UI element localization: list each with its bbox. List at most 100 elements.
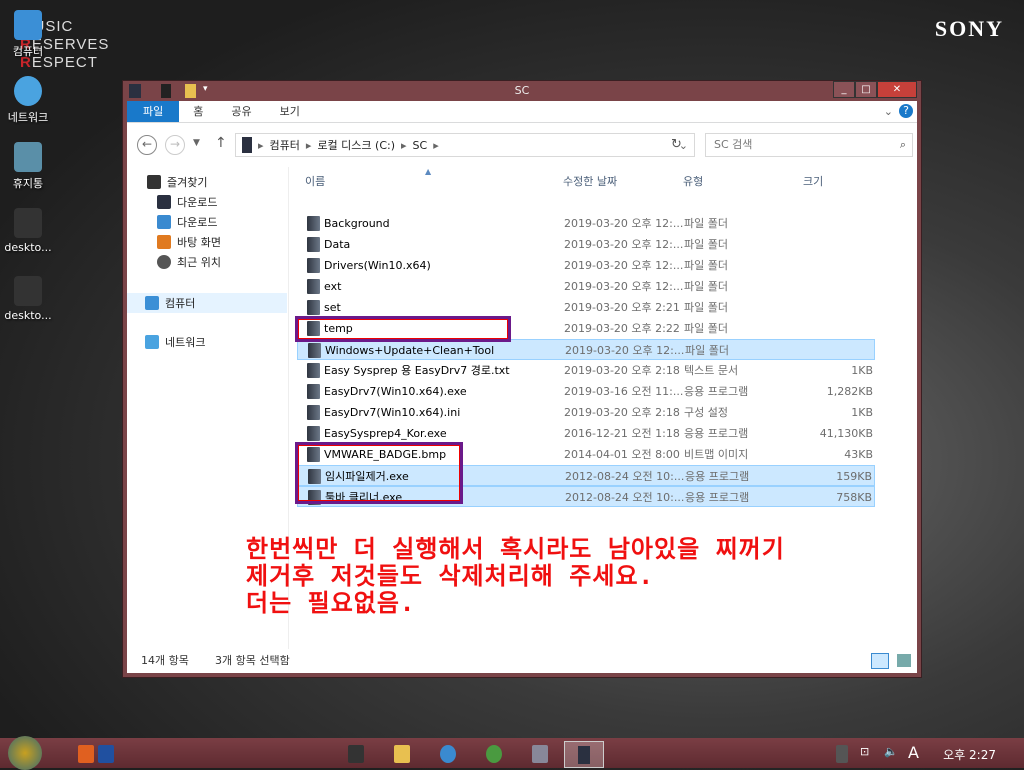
close-button[interactable]: ✕	[877, 81, 917, 98]
taskbar-explorer-active[interactable]	[564, 741, 604, 768]
nav-item[interactable]: 최근 위치	[157, 253, 221, 271]
file-row[interactable]: Windows+Update+Clean+Tool 2019-03-20 오후 1…	[297, 339, 875, 360]
file-date: 2019-03-20 오후 2:18	[564, 364, 680, 377]
file-icon	[308, 343, 321, 358]
file-date: 2019-03-20 오후 2:22	[564, 322, 680, 335]
file-row[interactable]: Easy Sysprep 용 EasyDrv7 경로.txt 2019-03-20…	[297, 360, 875, 381]
desktop-icon-file[interactable]: deskto...	[4, 276, 52, 322]
file-explorer-icon[interactable]	[394, 745, 410, 763]
network-status-icon[interactable]: ⊡	[860, 745, 876, 763]
maximize-button[interactable]: □	[855, 81, 877, 98]
address-bar[interactable]: ▸ 컴퓨터 ▸ 로컬 디스크 (C:) ▸ SC ▸ ⌄	[235, 133, 695, 157]
desktop-icon-network[interactable]: 네트워크	[4, 76, 52, 125]
chevron-down-icon[interactable]: ⌄	[884, 105, 893, 118]
up-arrow-icon[interactable]: ↑	[215, 135, 227, 151]
column-size[interactable]: 크기	[803, 173, 823, 189]
desktop-icon-computer[interactable]: 컴퓨터	[4, 10, 52, 59]
refresh-icon[interactable]: ↻	[671, 137, 682, 152]
file-name: set	[324, 301, 341, 314]
breadcrumb-item[interactable]: SC	[413, 139, 428, 152]
clock[interactable]: 오후 2:27	[943, 746, 996, 763]
file-size: 41,130KB	[819, 427, 873, 440]
recent-places-icon	[157, 255, 171, 269]
star-icon	[147, 175, 161, 189]
ribbon-tabs: 파일 홈 공유 보기 ⌄ ?	[127, 101, 917, 123]
file-name: EasyDrv7(Win10.x64).exe	[324, 385, 467, 398]
app-icon[interactable]	[486, 745, 502, 763]
file-date: 2016-12-21 오전 1:18	[564, 427, 680, 440]
file-type: 파일 폴더	[684, 322, 728, 335]
search-input[interactable]: SC 검색 ⌕	[705, 133, 913, 157]
tab-share[interactable]: 공유	[217, 101, 265, 122]
file-icon	[307, 279, 320, 294]
file-name: ext	[324, 280, 342, 293]
file-row[interactable]: EasySysprep4_Kor.exe 2016-12-21 오전 1:18 응용…	[297, 423, 875, 444]
nav-item[interactable]: 다운로드	[157, 193, 217, 211]
column-type[interactable]: 유형	[683, 173, 703, 189]
ime-indicator[interactable]: A	[908, 743, 924, 762]
file-type: 텍스트 문서	[684, 364, 739, 377]
volume-icon[interactable]: 🔈	[884, 745, 900, 763]
help-icon[interactable]: ?	[899, 104, 913, 118]
column-date[interactable]: 수정한 날짜	[563, 173, 617, 189]
sort-ascending-icon: ▲	[425, 167, 432, 176]
highlight-box	[295, 316, 511, 342]
nav-item[interactable]: 다운로드	[157, 213, 217, 231]
breadcrumb-item[interactable]: 로컬 디스크 (C:)	[317, 137, 395, 153]
file-icon	[307, 426, 320, 441]
app-icon[interactable]	[532, 745, 548, 763]
label: deskto...	[4, 241, 52, 254]
breadcrumb-item[interactable]: 컴퓨터	[270, 137, 300, 153]
file-row[interactable]: EasyDrv7(Win10.x64).ini 2019-03-20 오후 2:1…	[297, 402, 875, 423]
desktop-icon-recycle-bin[interactable]: 휴지통	[4, 142, 52, 191]
label: 휴지통	[12, 177, 44, 190]
file-icon	[307, 300, 320, 315]
desktop-icon	[157, 235, 171, 249]
file-name: Background	[324, 217, 390, 230]
file-date: 2019-03-20 오후 12:...	[564, 280, 684, 293]
tab-home[interactable]: 홈	[179, 101, 217, 122]
safely-remove-icon[interactable]	[836, 745, 848, 763]
start-button[interactable]	[8, 736, 42, 770]
file-row[interactable]: ext 2019-03-20 오후 12:... 파일 폴더	[297, 276, 875, 297]
file-name: Easy Sysprep 용 EasyDrv7 경로.txt	[324, 364, 510, 377]
file-row[interactable]: Drivers(Win10.x64) 2019-03-20 오후 12:... 파일…	[297, 255, 875, 276]
highlight-box	[295, 442, 463, 504]
recent-dropdown-icon[interactable]: ▼	[193, 138, 200, 148]
title-bar[interactable]: ▾ SC _ □ ✕	[123, 81, 921, 101]
downloads-icon	[157, 195, 171, 209]
file-row[interactable]: set 2019-03-20 오후 2:21 파일 폴더	[297, 297, 875, 318]
desktop-icon-file[interactable]: deskto...	[4, 208, 52, 254]
file-row[interactable]: Data 2019-03-20 오후 12:... 파일 폴더	[297, 234, 875, 255]
file-type: 응용 프로그램	[684, 385, 749, 398]
file-row[interactable]: EasyDrv7(Win10.x64).exe 2019-03-16 오전 11:…	[297, 381, 875, 402]
back-button[interactable]: ←	[137, 135, 157, 155]
file-row[interactable]: Background 2019-03-20 오후 12:... 파일 폴더	[297, 213, 875, 234]
app-icon[interactable]	[78, 745, 94, 763]
tab-view[interactable]: 보기	[266, 101, 314, 122]
nav-computer[interactable]: 컴퓨터	[127, 293, 287, 313]
nav-item[interactable]: 바탕 화면	[157, 233, 221, 251]
file-type: 파일 폴더	[684, 238, 728, 251]
file-size: 758KB	[836, 491, 872, 504]
file-size: 1,282KB	[826, 385, 873, 398]
status-bar: 14개 항목 3개 항목 선택함	[127, 649, 917, 673]
file-type: 응용 프로그램	[685, 470, 750, 483]
app-icon[interactable]	[348, 745, 364, 763]
internet-explorer-icon[interactable]	[440, 745, 456, 763]
tab-file[interactable]: 파일	[127, 101, 180, 122]
nav-favorites[interactable]: 즐겨찾기	[147, 173, 207, 191]
file-type: 응용 프로그램	[685, 491, 750, 504]
file-date: 2012-08-24 오전 10:...	[565, 470, 685, 483]
large-icons-view-icon[interactable]	[897, 654, 911, 667]
details-view-icon[interactable]	[871, 653, 889, 669]
minimize-button[interactable]: _	[833, 81, 855, 98]
column-name[interactable]: 이름	[305, 173, 325, 189]
nav-network[interactable]: 네트워크	[145, 333, 205, 351]
file-icon	[307, 405, 320, 420]
annotation-text: 한번씩만 더 실행해서 혹시라도 남아있을 찌꺼기 제거후 저것들도 삭제처리해 …	[246, 535, 785, 617]
app-icon[interactable]	[98, 745, 114, 763]
file-date: 2019-03-20 오후 12:...	[564, 259, 684, 272]
forward-button[interactable]: →	[165, 135, 185, 155]
file-icon	[307, 363, 320, 378]
